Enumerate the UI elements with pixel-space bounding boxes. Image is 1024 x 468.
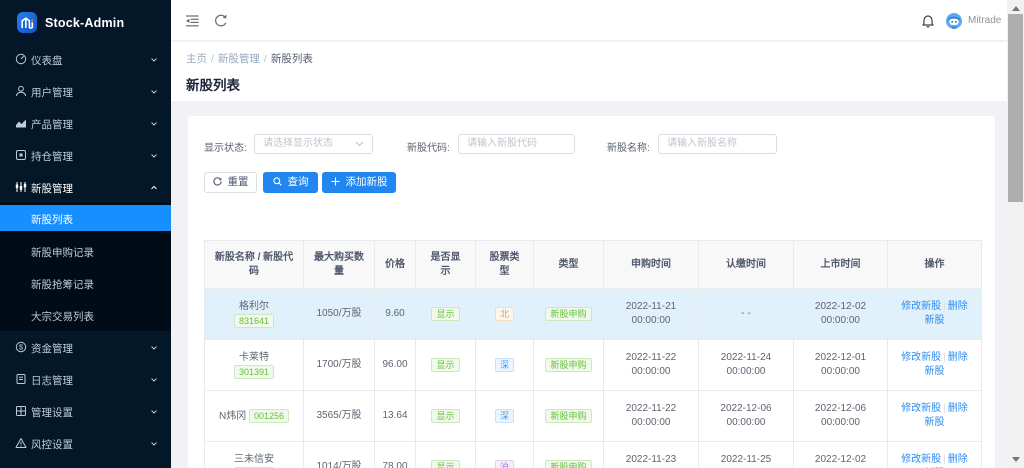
svg-text:$: $ xyxy=(19,343,24,352)
